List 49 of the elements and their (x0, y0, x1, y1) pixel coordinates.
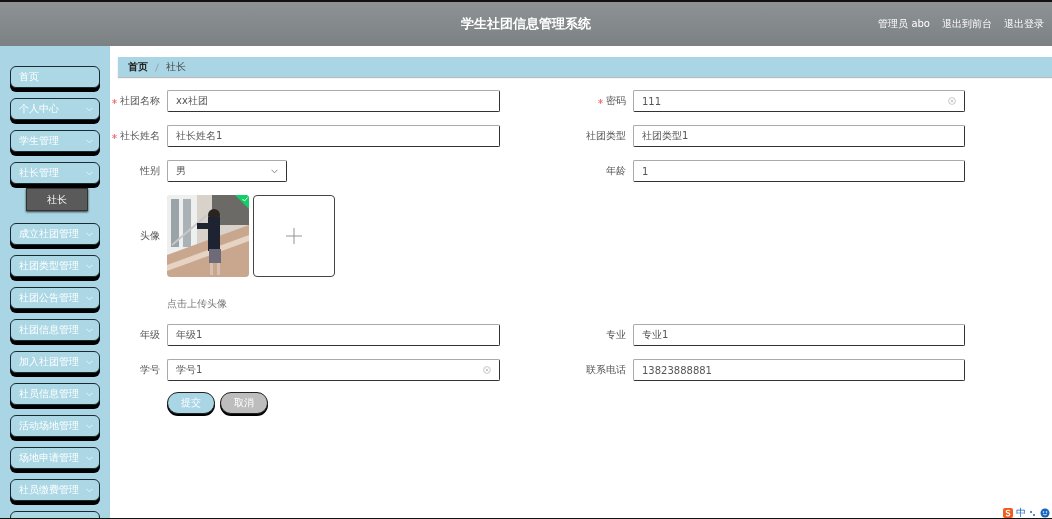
plus-icon (286, 228, 302, 244)
input-field[interactable]: 13823888881 (633, 359, 965, 381)
chevron-down-icon (86, 263, 93, 269)
chevron-down-icon (86, 138, 93, 144)
ime-mode[interactable]: 中 (1016, 507, 1026, 518)
field-label: 社团名称 (120, 95, 160, 106)
slash-icon (155, 62, 159, 72)
input-field[interactable]: 专业1 (633, 324, 965, 346)
field-label: 联系电话 (586, 364, 626, 375)
field-label: 年龄 (606, 165, 626, 176)
header-link[interactable]: 退出登录 (1004, 17, 1044, 31)
breadcrumb-link[interactable]: 首页 (128, 60, 148, 74)
upload-hint: 点击上传头像 (167, 297, 228, 311)
chevron-down-icon (86, 231, 93, 237)
breadcrumb-link[interactable]: 社长 (166, 60, 186, 74)
user-name: 管理员 abo (878, 17, 930, 31)
chevron-down-icon (86, 170, 93, 176)
field-label: 专业 (606, 329, 626, 340)
clear-icon (948, 97, 956, 105)
punctuation-icon (1029, 508, 1037, 517)
clear-icon (483, 366, 491, 374)
submenu-item[interactable]: 社长 (26, 188, 88, 211)
input-field[interactable]: 111 (633, 90, 965, 112)
app-title: 学生社团信息管理系统 (461, 16, 591, 31)
field-label: 年级 (140, 329, 160, 340)
field-label: 性别 (140, 165, 160, 176)
field-label: 学号 (140, 364, 160, 375)
input-field[interactable]: 社团类型1 (633, 125, 965, 147)
chevron-down-icon (86, 487, 93, 493)
input-field[interactable]: 社长姓名1 (167, 125, 500, 147)
chevron-down-icon (86, 359, 93, 365)
field-label: 社长姓名 (120, 130, 160, 141)
field-label: 头像 (140, 230, 160, 241)
field-label: 社团类型 (586, 130, 626, 141)
chevron-down-icon (86, 423, 93, 429)
input-field[interactable]: 1 (633, 160, 965, 182)
chevron-down-icon (86, 106, 93, 112)
upload-button[interactable] (253, 195, 335, 277)
chevron-down-icon (86, 391, 93, 397)
chevron-down-icon (86, 295, 93, 301)
input-field[interactable]: 年级1 (167, 324, 500, 346)
input-field[interactable]: 学号1 (167, 359, 500, 381)
chevron-down-icon (86, 327, 93, 333)
header-link[interactable]: 退出到前台 (942, 17, 992, 31)
chevron-down-icon (86, 455, 93, 461)
field-label: 密码 (606, 95, 626, 106)
chevron-down-icon (271, 168, 278, 174)
input-field[interactable]: xx社团 (167, 90, 500, 112)
select-field[interactable]: 男 (167, 160, 287, 182)
